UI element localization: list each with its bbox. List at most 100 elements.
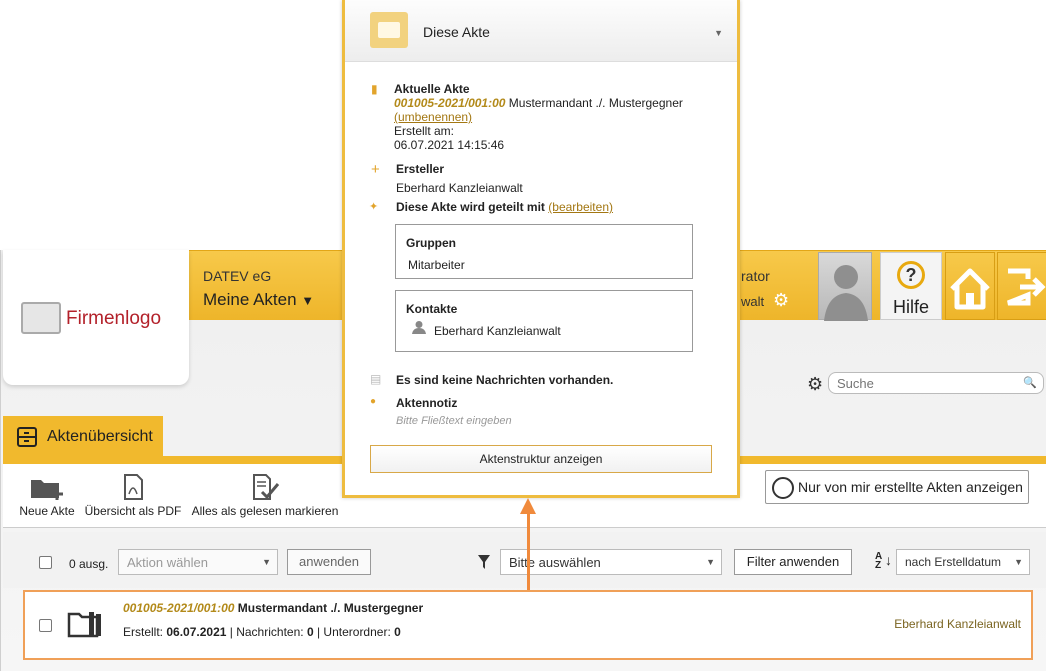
messages-icon: ▤ (370, 372, 382, 386)
sort-az-icon: AZ (875, 551, 883, 571)
logout-button[interactable] (997, 252, 1046, 320)
callout-arrow-line (527, 512, 530, 590)
share-people-icon: ✦ (369, 201, 379, 213)
groups-label: Gruppen (406, 236, 456, 250)
row-name: Mustermandant ./. Mustergegner (237, 601, 424, 615)
plus-icon: + (371, 161, 380, 178)
row-code: 001005-2021/001:00 (123, 601, 235, 615)
logo-box: Firmenlogo (3, 250, 189, 385)
pdf-icon (83, 474, 183, 500)
row-subfolders-label: Unterordner: (323, 625, 391, 639)
row-messages-label: Nachrichten: (236, 625, 304, 639)
row-created-value: 06.07.2021 (166, 625, 227, 639)
row-created-label: Erstellt: (123, 625, 164, 639)
no-messages-text: Es sind keine Nachrichten vorhanden. (396, 373, 614, 387)
home-icon (950, 268, 990, 310)
logout-icon (1007, 268, 1046, 306)
row-checkbox[interactable] (39, 619, 52, 632)
question-icon: ? (897, 261, 925, 289)
filter-select[interactable]: Bitte auswählen ▼ (500, 549, 722, 575)
company-name: DATEV eG (203, 268, 272, 284)
nav-title: Meine Akten (203, 290, 297, 309)
row-title: 001005-2021/001:00 Mustermandant ./. Mus… (123, 601, 423, 615)
tab-label: Aktenübersicht (47, 428, 153, 445)
overview-pdf-button[interactable]: Übersicht als PDF (83, 474, 183, 518)
note-label: Aktennotiz (396, 396, 458, 410)
home-button[interactable] (945, 252, 995, 320)
mark-read-icon (189, 474, 341, 500)
filter-select-value: Bitte auswählen (509, 555, 601, 570)
new-folder-icon (17, 474, 77, 500)
only-mine-toggle[interactable]: Nur von mir erstellte Akten anzeigen (765, 470, 1029, 504)
current-file-line: 001005-2021/001:00 Mustermandant ./. Mus… (394, 96, 683, 110)
person-silhouette-icon (824, 265, 868, 321)
creator-label: Ersteller (396, 162, 445, 176)
groups-value: Mitarbeiter (408, 258, 465, 272)
cabinet-icon (17, 427, 37, 447)
contacts-label: Kontakte (406, 302, 458, 316)
shared-label: Diese Akte wird geteilt mit (396, 200, 545, 214)
current-file-name: Mustermandant ./. Mustergegner (508, 96, 683, 110)
note-dot-icon: ● (370, 396, 377, 407)
row-messages-value: 0 (306, 625, 314, 639)
shared-edit-link[interactable]: (bearbeiten) (548, 200, 613, 214)
selected-count: 0 ausg. (69, 557, 109, 571)
file-folder-icon (67, 608, 105, 643)
panel-title: Diese Akte (423, 24, 490, 40)
created-value: 06.07.2021 14:15:46 (394, 138, 505, 152)
user-settings-gear-icon[interactable]: ⚙ (773, 290, 789, 311)
contacts-value: Eberhard Kanzleianwalt (434, 324, 561, 338)
person-icon (412, 320, 426, 337)
search-field[interactable]: 🔍 (828, 372, 1044, 394)
action-bar: 0 ausg. Aktion wählen ▼ anwenden Bitte a… (3, 532, 1046, 588)
user-role: rator (741, 268, 770, 284)
caret-down-icon: ▼ (301, 293, 315, 308)
chevron-down-icon: ▼ (262, 557, 271, 567)
new-file-label: Neue Akte (19, 504, 75, 518)
nav-dropdown[interactable]: Meine Akten ▼ (203, 290, 314, 310)
creator-value: Eberhard Kanzleianwalt (396, 181, 523, 195)
chevron-down-icon[interactable]: ▼ (714, 28, 723, 38)
help-button[interactable]: ? Hilfe (880, 252, 942, 320)
radio-circle-icon[interactable] (772, 477, 794, 499)
only-mine-label: Nur von mir erstellte Akten anzeigen (798, 479, 1023, 495)
file-details-panel: Diese Akte ▼ ▮ Aktuelle Akte 001005-2021… (342, 0, 740, 498)
show-structure-button[interactable]: Aktenstruktur anzeigen (370, 445, 712, 473)
filter-icon (477, 554, 491, 573)
select-all-checkbox[interactable] (39, 556, 52, 569)
search-settings-gear-icon[interactable]: ⚙ (807, 374, 823, 395)
sort-select-value: nach Erstelldatum (905, 555, 1002, 569)
row-meta: Erstellt: 06.07.2021 | Nachrichten: 0 | … (123, 625, 401, 639)
contacts-box: Kontakte Eberhard Kanzleianwalt (395, 290, 693, 352)
current-file-label: Aktuelle Akte (394, 82, 470, 96)
table-row[interactable]: 001005-2021/001:00 Mustermandant ./. Mus… (23, 590, 1033, 660)
image-placeholder-icon (21, 302, 61, 334)
file-small-icon: ▮ (371, 82, 378, 96)
avatar[interactable] (818, 252, 872, 321)
chevron-down-icon: ▼ (1014, 557, 1023, 567)
mark-read-label: Alles als gelesen markieren (191, 504, 339, 518)
created-label: Erstellt am: (394, 124, 455, 138)
shared-line: Diese Akte wird geteilt mit (bearbeiten) (396, 200, 613, 214)
panel-header[interactable]: Diese Akte ▼ (345, 0, 737, 62)
action-select-value: Aktion wählen (127, 555, 208, 570)
sort-select[interactable]: nach Erstelldatum ▼ (896, 549, 1030, 575)
folder-icon (370, 12, 408, 48)
apply-button[interactable]: anwenden (287, 549, 371, 575)
apply-filter-button[interactable]: Filter anwenden (734, 549, 852, 575)
row-subfolders-value: 0 (394, 625, 401, 639)
row-owner: Eberhard Kanzleianwalt (894, 617, 1021, 631)
search-input[interactable] (837, 373, 1017, 393)
new-file-button[interactable]: Neue Akte (17, 474, 77, 518)
chevron-down-icon: ▼ (706, 557, 715, 567)
groups-box: Gruppen Mitarbeiter (395, 224, 693, 279)
search-icon[interactable]: 🔍 (1023, 376, 1037, 389)
logo-text: Firmenlogo (66, 308, 162, 329)
mark-read-button[interactable]: Alles als gelesen markieren (189, 474, 341, 518)
note-input[interactable]: Bitte Fließtext eingeben (396, 415, 512, 427)
rename-link[interactable]: (umbenennen) (394, 110, 472, 124)
user-name: walt (741, 294, 765, 309)
tab-aktenuebersicht[interactable]: Aktenübersicht (3, 416, 163, 456)
action-select[interactable]: Aktion wählen ▼ (118, 549, 278, 575)
current-file-code: 001005-2021/001:00 (394, 96, 506, 110)
